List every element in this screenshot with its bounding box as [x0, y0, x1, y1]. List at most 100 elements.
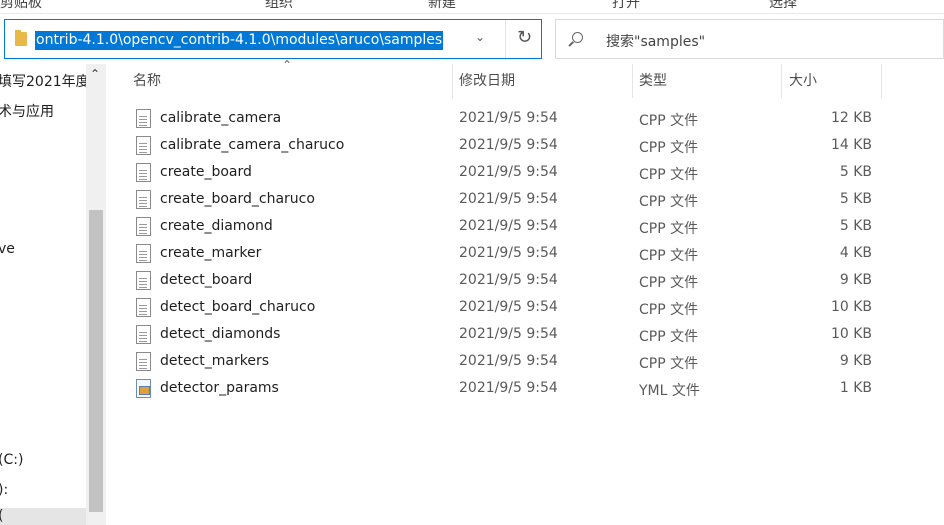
yml-file-icon — [136, 379, 151, 398]
file-date: 2021/9/5 9:54 — [459, 272, 558, 288]
file-name: detect_board — [160, 272, 253, 288]
column-header-date[interactable]: 修改日期 — [459, 64, 515, 98]
file-type: CPP 文件 — [639, 275, 699, 291]
ribbon-label-clipboard: 剪贴板 — [0, 0, 42, 11]
file-row[interactable]: detect_board_charuco 2021/9/5 9:54 CPP 文件 1… — [130, 295, 890, 322]
file-type: CPP 文件 — [639, 302, 699, 318]
ribbon-label-open: 打开 — [612, 0, 640, 11]
sort-ascending-icon: ⌃ — [282, 58, 293, 72]
nav-item-3[interactable]: ve — [0, 241, 15, 257]
file-row[interactable]: create_board 2021/9/5 9:54 CPP 文件 5 KB — [130, 160, 890, 187]
cpp-file-icon — [136, 298, 151, 317]
file-date: 2021/9/5 9:54 — [459, 110, 558, 126]
file-name: detector_params — [160, 380, 279, 396]
column-header-type[interactable]: 类型 — [639, 64, 667, 98]
file-size: 9 KB — [839, 353, 872, 369]
file-date: 2021/9/5 9:54 — [459, 191, 558, 207]
address-divider — [505, 20, 506, 58]
file-type: CPP 文件 — [639, 356, 699, 372]
nav-scrollbar[interactable]: ⌃ — [86, 64, 106, 525]
file-size: 5 KB — [839, 218, 872, 234]
address-path[interactable]: ontrib-4.1.0\opencv_contrib-4.1.0\module… — [35, 31, 444, 50]
file-size: 9 KB — [839, 272, 872, 288]
file-name: detect_board_charuco — [160, 299, 316, 315]
file-type: CPP 文件 — [639, 140, 699, 156]
file-date: 2021/9/5 9:54 — [459, 380, 558, 396]
file-type: CPP 文件 — [639, 329, 699, 345]
navigation-pane: 填写2021年度 术与应用 ve (C:) ): ( ⌃ — [0, 64, 106, 525]
file-row[interactable]: detector_params 2021/9/5 9:54 YML 文件 1 KB — [130, 376, 890, 403]
cpp-file-icon — [136, 163, 151, 182]
file-date: 2021/9/5 9:54 — [459, 137, 558, 153]
file-size: 4 KB — [839, 245, 872, 261]
search-input[interactable]: 搜索"samples" — [606, 31, 705, 51]
file-type: CPP 文件 — [639, 113, 699, 129]
column-divider[interactable] — [881, 64, 882, 98]
column-divider[interactable] — [781, 64, 782, 98]
file-date: 2021/9/5 9:54 — [459, 218, 558, 234]
file-date: 2021/9/5 9:54 — [459, 326, 558, 342]
file-name: create_diamond — [160, 218, 273, 234]
file-row[interactable]: calibrate_camera 2021/9/5 9:54 CPP 文件 12 KB — [130, 106, 890, 133]
cpp-file-icon — [136, 325, 151, 344]
file-date: 2021/9/5 9:54 — [459, 245, 558, 261]
file-row[interactable]: create_diamond 2021/9/5 9:54 CPP 文件 5 KB — [130, 214, 890, 241]
file-row[interactable]: create_marker 2021/9/5 9:54 CPP 文件 4 KB — [130, 241, 890, 268]
file-name: detect_markers — [160, 353, 270, 369]
file-name: detect_diamonds — [160, 326, 281, 342]
file-name: create_board_charuco — [160, 191, 315, 207]
nav-item-drive-d[interactable]: ): — [0, 482, 8, 498]
file-name: calibrate_camera — [160, 110, 282, 126]
file-size: 14 KB — [830, 137, 872, 153]
file-row[interactable]: detect_board 2021/9/5 9:54 CPP 文件 9 KB — [130, 268, 890, 295]
column-divider[interactable] — [452, 64, 453, 98]
address-row: ontrib-4.1.0\opencv_contrib-4.1.0\module… — [0, 14, 944, 64]
file-date: 2021/9/5 9:54 — [459, 353, 558, 369]
address-bar[interactable]: ontrib-4.1.0\opencv_contrib-4.1.0\module… — [4, 19, 542, 59]
column-divider[interactable] — [632, 64, 633, 98]
file-name: create_marker — [160, 245, 262, 261]
file-row[interactable]: detect_diamonds 2021/9/5 9:54 CPP 文件 10 KB — [130, 322, 890, 349]
file-row[interactable]: detect_markers 2021/9/5 9:54 CPP 文件 9 KB — [130, 349, 890, 376]
chevron-up-icon[interactable]: ⌃ — [90, 67, 100, 81]
cpp-file-icon — [136, 244, 151, 263]
file-type: CPP 文件 — [639, 167, 699, 183]
search-box[interactable]: 搜索"samples" — [555, 19, 944, 59]
nav-scrollbar-thumb[interactable] — [89, 210, 103, 512]
refresh-icon[interactable]: ↻ — [517, 27, 532, 48]
file-name: create_board — [160, 164, 252, 180]
file-type: CPP 文件 — [639, 248, 699, 264]
file-name: calibrate_camera_charuco — [160, 137, 345, 153]
file-type: CPP 文件 — [639, 221, 699, 237]
nav-item-drive-selected-label: ( — [0, 508, 3, 524]
file-size: 12 KB — [830, 110, 872, 126]
cpp-file-icon — [136, 190, 151, 209]
search-icon — [572, 32, 583, 43]
nav-item-1[interactable]: 填写2021年度 — [0, 71, 90, 91]
cpp-file-icon — [136, 352, 151, 371]
nav-item-drive-selected[interactable]: ( — [0, 508, 86, 525]
ribbon-label-select: 选择 — [769, 0, 797, 11]
column-header-name[interactable]: 名称 — [133, 64, 161, 98]
file-date: 2021/9/5 9:54 — [459, 299, 558, 315]
file-date: 2021/9/5 9:54 — [459, 164, 558, 180]
file-size: 10 KB — [830, 326, 872, 342]
file-size: 1 KB — [839, 380, 872, 396]
cpp-file-icon — [136, 109, 151, 128]
column-header-size[interactable]: 大小 — [789, 64, 817, 98]
file-size: 5 KB — [839, 164, 872, 180]
file-row[interactable]: create_board_charuco 2021/9/5 9:54 CPP 文件 5… — [130, 187, 890, 214]
cpp-file-icon — [136, 217, 151, 236]
nav-item-2[interactable]: 术与应用 — [0, 101, 54, 121]
file-type: YML 文件 — [639, 383, 700, 399]
cpp-file-icon — [136, 271, 151, 290]
chevron-down-icon[interactable]: ⌄ — [475, 30, 485, 44]
file-row[interactable]: calibrate_camera_charuco 2021/9/5 9:54 CPP… — [130, 133, 890, 160]
file-size: 5 KB — [839, 191, 872, 207]
folder-icon — [15, 30, 27, 46]
ribbon-label-new: 新建 — [428, 0, 456, 11]
ribbon-strip: 剪贴板 组织 新建 打开 选择 — [0, 0, 944, 14]
nav-item-drive-c[interactable]: (C:) — [0, 452, 23, 468]
ribbon-label-organize: 组织 — [265, 0, 293, 11]
file-type: CPP 文件 — [639, 194, 699, 210]
